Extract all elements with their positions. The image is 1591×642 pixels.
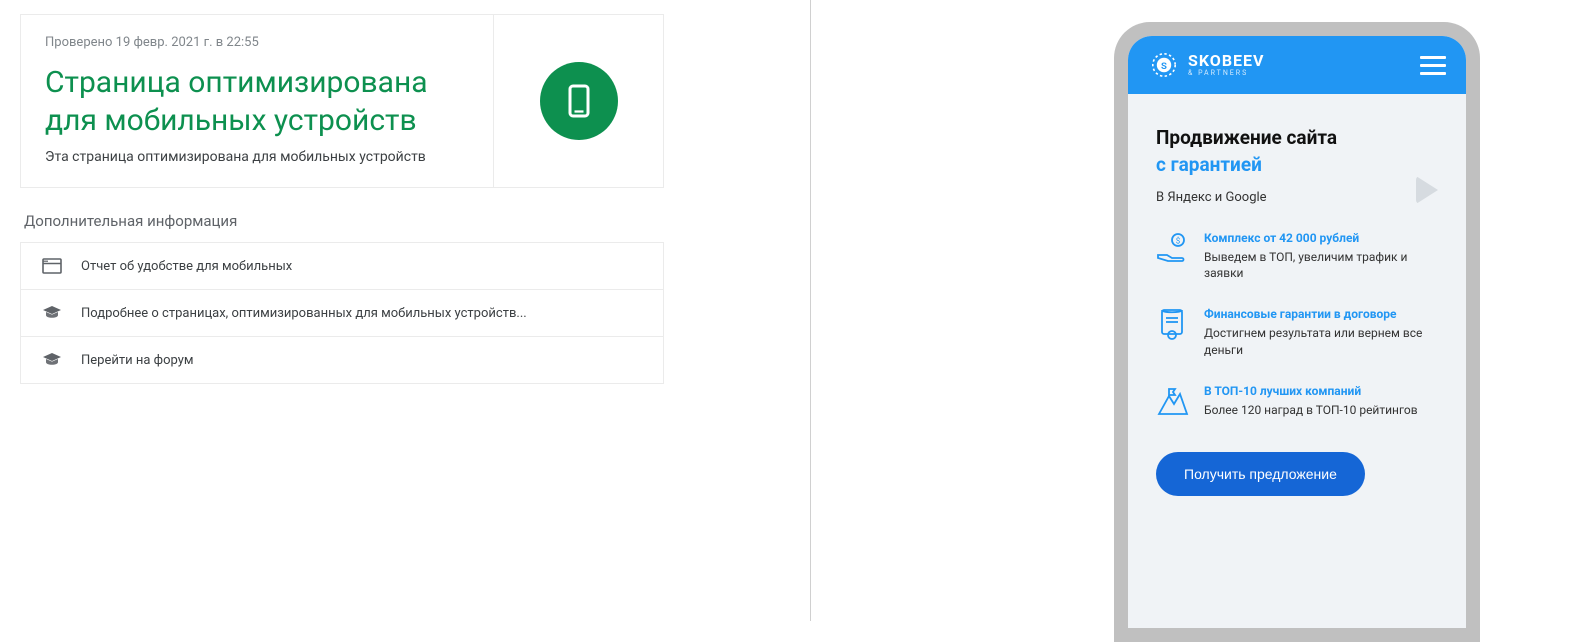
feature-title: Финансовые гарантии в договоре — [1204, 307, 1438, 321]
logo-main-text: SKOBEEV — [1188, 53, 1264, 69]
phone-screen: S SKOBEEV & PARTNERS Продвижение сайта с… — [1128, 36, 1466, 628]
verdict-title: Страница оптимизирована для мобильных ус… — [45, 64, 469, 139]
feature-desc: Достигнем результата или вернем все день… — [1204, 325, 1438, 357]
logo-sub-text: & PARTNERS — [1188, 70, 1264, 77]
info-row-label: Перейти на форум — [81, 353, 194, 368]
browser-icon — [41, 257, 63, 275]
education-icon — [41, 351, 63, 369]
hero-line-2: с гарантией — [1156, 153, 1438, 176]
site-hero: Продвижение сайта с гарантией В Яндекс и… — [1128, 94, 1466, 628]
smartphone-icon — [561, 83, 597, 119]
hero-line-3: В Яндекс и Google — [1156, 190, 1438, 205]
verdict-subtitle: Эта страница оптимизирована для мобильны… — [45, 149, 469, 165]
cta-button[interactable]: Получить предложение — [1156, 452, 1365, 496]
education-icon — [41, 304, 63, 322]
more-info-heading: Дополнительная информация — [24, 212, 664, 230]
info-row-report[interactable]: Отчет об удобстве для мобильных — [21, 243, 663, 290]
info-row-forum[interactable]: Перейти на форум — [21, 337, 663, 383]
site-header: S SKOBEEV & PARTNERS — [1128, 36, 1466, 94]
more-info-card: Отчет об удобстве для мобильных Подробне… — [20, 242, 664, 384]
hero-line-1: Продвижение сайта — [1156, 126, 1438, 149]
svg-text:$: $ — [1176, 237, 1181, 246]
result-card: Проверено 19 февр. 2021 г. в 22:55 Стран… — [20, 14, 664, 188]
info-row-learn[interactable]: Подробнее о страницах, оптимизированных … — [21, 290, 663, 337]
feature-desc: Выведем в ТОП, увеличим трафик и заявки — [1204, 249, 1438, 281]
result-main: Проверено 19 февр. 2021 г. в 22:55 Стран… — [21, 15, 493, 187]
svg-text:S: S — [1161, 61, 1167, 72]
site-logo[interactable]: S SKOBEEV & PARTNERS — [1148, 49, 1264, 81]
feature-item: В ТОП-10 лучших компаний Более 120 награ… — [1156, 384, 1438, 422]
checked-timestamp: Проверено 19 февр. 2021 г. в 22:55 — [45, 35, 469, 50]
feature-item: $ Комплекс от 42 000 рублей Выведем в ТО… — [1156, 231, 1438, 281]
feature-title: Комплекс от 42 000 рублей — [1204, 231, 1438, 245]
feature-item: Финансовые гарантии в договоре Достигнем… — [1156, 307, 1438, 357]
info-row-label: Подробнее о страницах, оптимизированных … — [81, 306, 527, 321]
test-result-panel: Проверено 19 февр. 2021 г. в 22:55 Стран… — [20, 14, 664, 384]
info-row-label: Отчет об удобстве для мобильных — [81, 259, 292, 274]
feature-title: В ТОП-10 лучших компаний — [1204, 384, 1418, 398]
panel-divider — [810, 0, 811, 621]
play-icon[interactable] — [1416, 176, 1438, 204]
hand-coin-icon: $ — [1156, 231, 1190, 281]
result-icon-box — [493, 15, 663, 187]
document-seal-icon — [1156, 307, 1190, 357]
feature-desc: Более 120 наград в ТОП-10 рейтингов — [1204, 402, 1418, 418]
hamburger-menu-icon[interactable] — [1420, 56, 1446, 75]
mountain-flag-icon — [1156, 384, 1190, 422]
gear-s-icon: S — [1148, 49, 1180, 81]
phone-frame: S SKOBEEV & PARTNERS Продвижение сайта с… — [1114, 22, 1480, 642]
mobile-friendly-badge — [540, 62, 618, 140]
